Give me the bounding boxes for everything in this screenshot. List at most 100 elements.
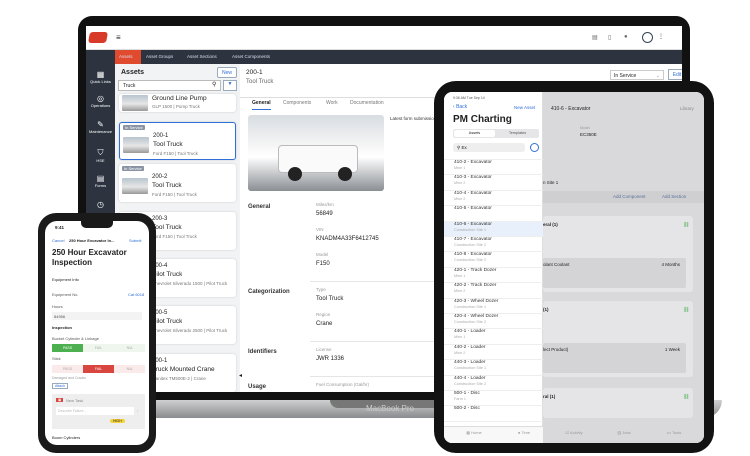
list-item[interactable]: 410-3 - Excavator Mine 2 <box>444 175 543 191</box>
fail-option[interactable]: FAIL <box>83 365 114 373</box>
filter-icon[interactable] <box>530 143 539 152</box>
new-asset-button[interactable]: New Asset <box>514 105 535 110</box>
sidebar-item-operations[interactable]: ◎ Operations <box>86 94 115 108</box>
field-label: License <box>316 347 332 352</box>
field-value: Crane <box>316 321 333 327</box>
list-item[interactable]: 420-2 - Track Dozer Mine 2 <box>444 283 543 299</box>
status-select[interactable]: In Service ⌄ <box>610 70 664 80</box>
tab-documentation[interactable]: Documentation <box>350 100 384 106</box>
list-item[interactable]: 420-1 - Track Dozer Mine 1 <box>444 268 543 284</box>
list-item[interactable]: 420-4 - Wheel Dozer Construction Site 2 <box>444 314 543 330</box>
pass-option[interactable]: PASS <box>52 365 83 373</box>
operations-icon: ◎ <box>97 94 104 103</box>
phone-notch <box>81 221 113 228</box>
tab-asset-groups[interactable]: Asset Groups <box>146 54 173 59</box>
list-item[interactable]: 500-1 - Disc Farm 1 <box>444 391 543 407</box>
asset-search-input[interactable]: Truck <box>118 80 221 91</box>
new-task-label: New Task <box>66 398 84 403</box>
asset-subtitle: Ford F150 | Tool Truck <box>152 234 197 239</box>
tab-general[interactable]: General <box>252 100 271 110</box>
list-item[interactable]: 410-5 - Excavator <box>444 206 543 222</box>
sidebar-item-forms[interactable]: ▤ Forms <box>86 174 115 188</box>
new-asset-button[interactable]: New <box>217 67 237 78</box>
back-button[interactable]: ‹ Back <box>453 104 467 110</box>
add-section-button[interactable]: Add Section <box>662 194 686 199</box>
link-icon[interactable]: ⛓ <box>683 307 689 313</box>
tab-jobs[interactable]: ▥ Jobs <box>604 430 644 435</box>
sidebar-item-maintenance[interactable]: ✎ Maintenance <box>86 120 115 134</box>
sidebar-item-quick-links[interactable]: ▦ Quick Links <box>86 70 115 84</box>
list-item[interactable]: 440-2 - Loader Mine 2 <box>444 345 543 361</box>
chat-icon[interactable]: ● <box>624 34 628 40</box>
asset-thumbnail <box>122 178 148 194</box>
add-component-button[interactable]: Add Component <box>613 194 646 199</box>
edit-button[interactable]: Edit <box>668 69 682 80</box>
asset-id: 200-2 <box>152 174 168 180</box>
collapse-icon[interactable]: ◂ <box>239 372 242 379</box>
tab-asset-sections[interactable]: Asset Sections <box>187 54 217 59</box>
asset-title: Pilot Truck <box>152 271 183 278</box>
avatar[interactable] <box>642 32 653 43</box>
task-row[interactable]: lect Product) 1 Week <box>543 343 686 373</box>
list-item[interactable]: 410-4 - Excavator Mine 2 <box>444 191 543 207</box>
asset-subtitle: Manitex TM500E-2 | Crane <box>152 376 206 381</box>
list-item[interactable]: 410-7 - Excavator Construction Site 2 <box>444 237 543 253</box>
asset-photo <box>248 115 384 191</box>
task-row[interactable]: olant Coolant 4 Months <box>543 258 686 288</box>
list-item[interactable]: 410-8 - Excavator Construction Site 2 <box>444 252 543 268</box>
component-panel: (1) ⛓ lect Product) 1 Week <box>543 301 693 377</box>
cancel-button[interactable]: Cancel <box>52 238 64 243</box>
link-icon[interactable]: ⛓ <box>683 394 689 400</box>
chevron-right-icon[interactable]: › <box>137 408 138 413</box>
list-item[interactable]: 410-6 - Excavator Construction Site 1 <box>444 221 543 237</box>
section-heading: Identifiers <box>248 349 277 355</box>
tab-activity[interactable]: ☑ Activity <box>554 430 594 435</box>
attach-button[interactable]: Attach <box>52 383 68 389</box>
list-item[interactable]: 440-1 - Loader Mine 1 <box>444 329 543 345</box>
more-icon[interactable]: ⋮ <box>658 33 664 40</box>
library-button[interactable]: Library <box>680 106 694 111</box>
equipment-no-action[interactable]: Cat 6018 <box>128 292 144 297</box>
sidebar-item-history[interactable]: ◷ <box>86 200 115 209</box>
link-icon[interactable]: ⛓ <box>683 222 689 228</box>
menu-icon[interactable]: ≡ <box>116 33 121 42</box>
tab-asset-components[interactable]: Asset Components <box>232 54 270 59</box>
field-label: Type <box>316 287 326 292</box>
doc-icon[interactable]: ▤ <box>592 34 598 41</box>
list-item[interactable]: 410-2 - Excavator Mine 1 <box>444 160 543 176</box>
tab-components[interactable]: Components <box>283 100 311 106</box>
hours-input[interactable]: 84956 <box>52 312 142 320</box>
asset-title: Tool Truck <box>152 224 182 231</box>
sidebar-item-hse[interactable]: ⛉ HSE <box>86 148 115 163</box>
submit-button[interactable]: Submit <box>129 238 141 243</box>
asset-card[interactable]: In Service 200-1 Tool Truck Ford F150 | … <box>119 122 236 160</box>
list-item[interactable]: 440-3 - Loader Construction Site 1 <box>444 360 543 376</box>
na-option[interactable]: N/A <box>114 344 145 352</box>
segment-templates[interactable]: Templates <box>497 130 538 137</box>
list-item[interactable]: 420-3 - Wheel Dozer Construction Site 1 <box>444 299 543 314</box>
file-icon[interactable]: ▯ <box>608 34 611 41</box>
asset-location: Construction Site 2 <box>454 258 487 263</box>
nav-title: 250 Hour Excavator In... <box>69 238 115 243</box>
pass-option[interactable]: PASS <box>52 344 83 352</box>
field-value: F150 <box>316 261 330 267</box>
na-option[interactable]: N/A <box>114 365 145 373</box>
tab-home[interactable]: ▦ Home <box>454 430 494 435</box>
filter-button[interactable]: ▼ <box>223 80 237 91</box>
task-description-input[interactable]: Describe Failure... <box>56 407 134 415</box>
asset-card[interactable]: In Service 200-2 Tool Truck Ford F150 | … <box>119 164 236 202</box>
asset-location: Construction Site 2 <box>454 320 487 324</box>
question-2: Stick <box>52 356 61 361</box>
list-item[interactable]: 500-2 - Disc <box>444 406 543 422</box>
segment-assets[interactable]: Assets <box>454 130 495 137</box>
tab-work[interactable]: Work <box>326 100 338 106</box>
search-input[interactable]: ⚲ Ex <box>453 143 525 152</box>
list-item[interactable]: 440-4 - Loader Construction Site 2 <box>444 376 543 391</box>
equipment-no-label: Equipment No. <box>52 292 79 297</box>
task-name: olant Coolant <box>543 262 570 267</box>
asset-card[interactable]: Ground Line Pump GLP 1500 | Pump Truck <box>119 94 236 112</box>
tab-time[interactable]: ● Time <box>504 430 544 435</box>
tab-assets[interactable]: Assets <box>119 54 133 59</box>
tab-tools[interactable]: ••• Tools <box>654 430 694 435</box>
fail-option[interactable]: FAIL <box>83 344 114 352</box>
